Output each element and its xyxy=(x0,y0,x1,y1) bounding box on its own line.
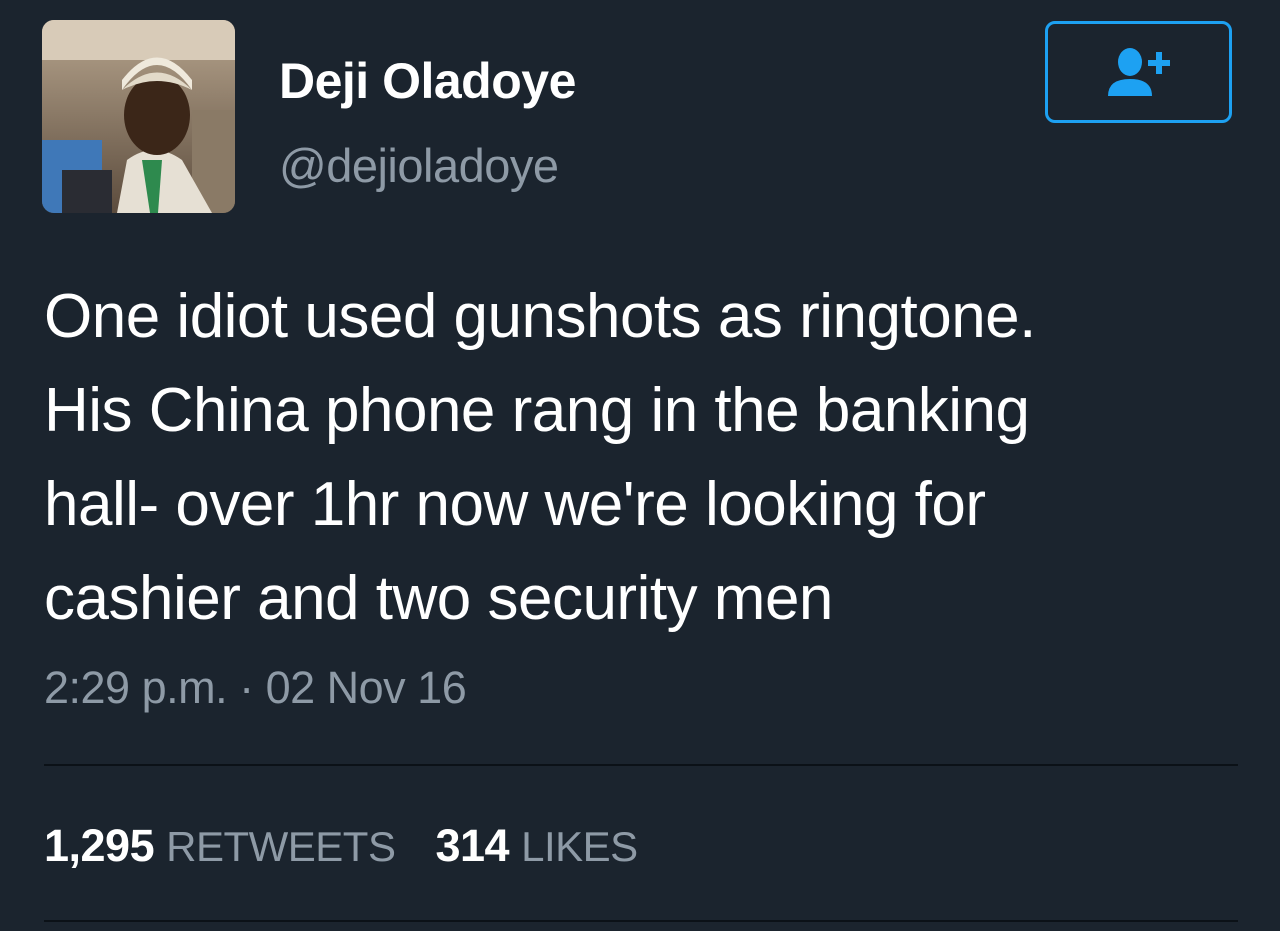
divider xyxy=(44,764,1238,766)
add-user-icon xyxy=(1107,48,1170,96)
tweet-text: One idiot used gunshots as ringtone. His… xyxy=(44,270,1244,646)
tweet-timestamp[interactable]: 2:29 p.m. · 02 Nov 16 xyxy=(44,662,467,714)
tweet-text-line: cashier and two security men xyxy=(44,564,833,633)
divider xyxy=(44,920,1238,922)
engagement-stats: 1,295 RETWEETS 314 LIKES xyxy=(44,820,678,872)
retweets-stat[interactable]: 1,295 RETWEETS xyxy=(44,820,396,872)
user-handle[interactable]: @dejioladoye xyxy=(279,138,559,193)
likes-count: 314 xyxy=(435,820,510,871)
retweets-count: 1,295 xyxy=(44,820,155,871)
retweets-label: RETWEETS xyxy=(166,823,396,870)
likes-stat[interactable]: 314 LIKES xyxy=(435,820,638,872)
tweet-text-line: hall- over 1hr now we're looking for xyxy=(44,470,986,539)
display-name[interactable]: Deji Oladoye xyxy=(279,52,576,110)
avatar-photo xyxy=(42,20,235,213)
tweet-card: Deji Oladoye @dejioladoye One idiot used… xyxy=(0,0,1280,931)
avatar[interactable] xyxy=(42,20,235,213)
tweet-text-line: One idiot used gunshots as ringtone. xyxy=(44,282,1036,351)
likes-label: LIKES xyxy=(521,823,638,870)
follow-button[interactable] xyxy=(1045,21,1232,123)
tweet-text-line: His China phone rang in the banking xyxy=(44,376,1030,445)
